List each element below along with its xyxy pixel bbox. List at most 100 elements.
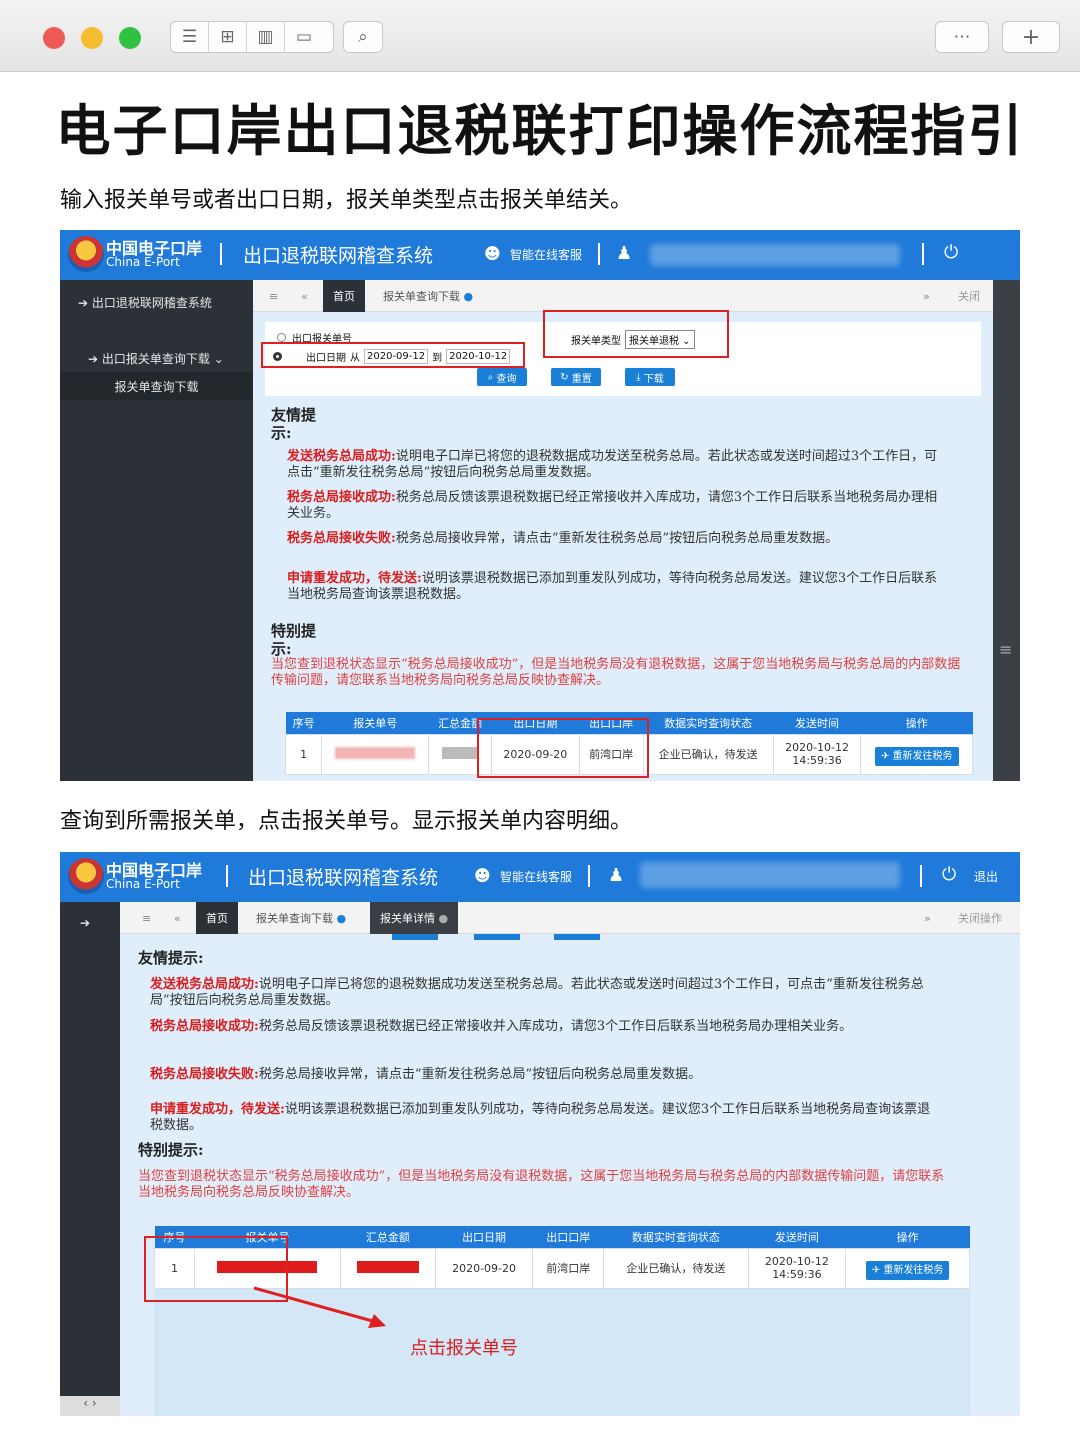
reset-button-partial[interactable] <box>474 934 520 940</box>
special-tips-text: 当您查到退税状态显示“税务总局接收成功”，但是当地税务局没有退税数据，这属于您当… <box>138 1169 945 1200</box>
grid-icon[interactable]: ⊞ <box>209 22 247 52</box>
tab-home[interactable]: 首页 <box>196 902 238 934</box>
minimize-window-button[interactable] <box>81 27 103 49</box>
tab-prev-icon[interactable]: « <box>164 902 191 934</box>
customs-logo-icon <box>68 858 104 894</box>
search-toolbar: ⌕ <box>343 21 383 53</box>
col-status: 数据实时查询状态 <box>664 716 753 730</box>
online-service-link[interactable]: 智能在线客服 <box>500 868 572 885</box>
download-button[interactable]: ⤓ 下载 <box>625 368 675 386</box>
cell-action: ✈ 重新发往税务 <box>845 1247 970 1289</box>
tab-next-icon[interactable]: » <box>914 902 941 934</box>
power-icon[interactable]: ⏻ <box>942 864 956 885</box>
sidebar-item-leaf[interactable]: 报关单查询下载 <box>60 372 253 400</box>
user-icon[interactable]: ♟ <box>616 243 632 264</box>
search-icon[interactable]: ⌕ <box>344 22 382 52</box>
cell-status: 企业已确认，待发送 <box>603 1247 749 1289</box>
logo-en: China E-Port <box>106 877 180 891</box>
system-name: 出口退税联网稽查系统 <box>248 867 439 889</box>
close-tabs-button[interactable]: 关闭操作 <box>948 902 1012 934</box>
tip-item-3: 税务总局接收失败:税务总局接收异常，请点击“重新发往税务总局”按钮后向税务总局重… <box>150 1067 702 1082</box>
power-icon[interactable]: ⏻ <box>944 242 958 263</box>
arrow-annotation-icon <box>253 1286 386 1328</box>
tab-prev-icon[interactable]: « <box>291 280 318 312</box>
menu-icon[interactable]: ≡ <box>999 640 1012 659</box>
view-toolbar: ☰ ⊞ ▥ ▭ <box>170 21 334 53</box>
header-divider <box>588 865 590 887</box>
cell-action: ✈ 重新发往税务 <box>860 733 973 775</box>
tips-heading: 友情提示: <box>138 949 204 967</box>
tips-heading: 友情提示: <box>271 406 317 442</box>
radio-declaration-no[interactable] <box>277 333 286 342</box>
highlight-type-box <box>543 310 729 358</box>
tab-home[interactable]: 首页 <box>323 280 365 312</box>
col-send-time: 发送时间 <box>774 1230 819 1244</box>
highlight-date-box <box>261 342 525 368</box>
tip-item-1: 发送税务总局成功:说明电子口岸已将您的退税数据成功发送至税务总局。若此状态或发送… <box>287 449 938 480</box>
special-tips-heading: 特别提示: <box>271 622 317 658</box>
download-button-partial[interactable] <box>554 934 600 940</box>
map-icon[interactable]: ▥ <box>247 22 285 52</box>
cell-amount <box>339 1247 436 1289</box>
screenshot-1: 中国电子口岸 China E-Port 出口退税联网稽查系统 ☻ 智能在线客服 … <box>60 230 1020 781</box>
special-tips-text: 当您查到退税状态显示“税务总局接收成功”，但是当地税务局没有退税数据，这属于您当… <box>271 657 961 688</box>
tab-query-download[interactable]: 报关单查询下载 ● <box>373 280 483 312</box>
sidebar-scroll-arrows[interactable]: ‹ › <box>60 1396 120 1416</box>
query-button-partial[interactable] <box>392 934 438 940</box>
customs-logo-icon <box>68 236 104 272</box>
tab-declaration-detail[interactable]: 报关单详情 ● <box>370 902 459 934</box>
header-divider <box>220 243 222 265</box>
cell-export-date: 2020-09-20 <box>434 1247 534 1289</box>
header-divider <box>598 243 600 265</box>
main-content: 友情提示: 发送税务总局成功:说明电子口岸已将您的退税数据成功发送至税务总局。若… <box>120 934 1020 1416</box>
col-declaration-no: 报关单号 <box>353 716 398 730</box>
cell-declaration-no[interactable] <box>321 733 430 775</box>
cell-port: 前湾口岸 <box>532 1247 605 1289</box>
app-header: 中国电子口岸 China E-Port 出口退税联网稽查系统 ☻ 智能在线客服 … <box>60 852 1020 902</box>
resend-button[interactable]: ✈ 重新发往税务 <box>874 746 959 766</box>
more-icon: ⋯ <box>953 27 971 47</box>
tab-query-download[interactable]: 报关单查询下载 ● <box>246 902 356 934</box>
logout-link[interactable]: 退出 <box>974 868 998 885</box>
tip-item-2: 税务总局接收成功:税务总局反馈该票退税数据已经正常接收并入库成功，请您3个工作日… <box>287 490 938 521</box>
cell-send-time: 2020-10-12 14:59:36 <box>772 733 862 775</box>
page-title: 电子口岸出口退税联打印操作流程指引 <box>55 99 1025 163</box>
cell-send-time: 2020-10-12 14:59:36 <box>747 1247 847 1289</box>
more-button[interactable]: ⋯ <box>935 21 989 53</box>
query-button[interactable]: ⌕ 查询 <box>477 368 527 386</box>
tab-bar: ≡ « 首页 报关单查询下载 ● » 关闭 <box>253 280 993 312</box>
right-dock: ≡ <box>993 280 1020 781</box>
maximize-window-button[interactable] <box>119 27 141 49</box>
sidebar-icon[interactable]: ▭ <box>285 22 323 52</box>
online-service-link[interactable]: 智能在线客服 <box>510 246 582 263</box>
cell-index: 1 <box>284 733 323 775</box>
sidebar-expand-icon[interactable]: ➔ <box>80 916 90 930</box>
tab-bar: ≡ « 首页 报关单查询下载 ● 报关单详情 ● » 关闭操作 <box>120 902 1020 934</box>
menu-toggle-icon[interactable]: ≡ <box>259 280 288 312</box>
col-action: 操作 <box>905 716 928 730</box>
list-icon[interactable]: ☰ <box>171 22 209 52</box>
plus-icon: + <box>1021 24 1041 50</box>
main-content: 出口报关单号 出口日期 从 2020-09-12 到 2020-10-12 报关… <box>253 310 993 781</box>
highlight-date-port-box <box>477 718 649 778</box>
annotation-label: 点击报关单号 <box>410 1338 518 1359</box>
menu-toggle-icon[interactable]: ≡ <box>132 902 161 934</box>
col-port: 出口口岸 <box>546 1230 591 1244</box>
reset-button[interactable]: ↻ 重置 <box>551 368 601 386</box>
col-status: 数据实时查询状态 <box>631 1230 720 1244</box>
sidebar-item-sub[interactable]: ➔ 出口报关单查询下载 ⌄ <box>88 350 224 367</box>
close-tabs-button[interactable]: 关闭 <box>948 280 990 312</box>
user-icon[interactable]: ♟ <box>608 865 624 886</box>
col-export-date: 出口日期 <box>462 1230 507 1244</box>
col-send-time: 发送时间 <box>795 716 840 730</box>
app-header: 中国电子口岸 China E-Port 出口退税联网稽查系统 ☻ 智能在线客服 … <box>60 230 1020 280</box>
sidebar-item-root[interactable]: ➔ 出口退税联网稽查系统 <box>78 294 238 312</box>
username-redacted <box>640 862 900 888</box>
tab-next-icon[interactable]: » <box>913 280 940 312</box>
add-button[interactable]: + <box>1002 21 1060 53</box>
resend-button[interactable]: ✈ 重新发往税务 <box>865 1260 950 1280</box>
col-action: 操作 <box>896 1230 919 1244</box>
window-titlebar: ☰ ⊞ ▥ ▭ ⌕ ⋯ + <box>0 0 1080 72</box>
header-divider <box>920 865 922 887</box>
close-window-button[interactable] <box>43 27 65 49</box>
